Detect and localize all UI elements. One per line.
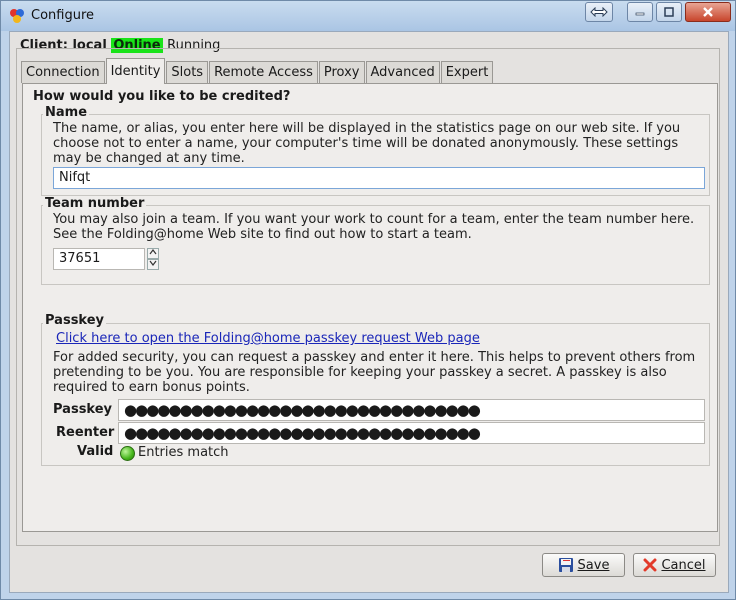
reenter-passkey-input[interactable]: ●●●●●●●●●●●●●●●●●●●●●●●●●●●●●●●● [118,422,705,444]
identity-panel: How would you like to be credited? Name … [22,83,718,532]
save-button[interactable]: Save [542,553,625,577]
team-description-line-1: You may also join a team. If you want yo… [53,212,695,227]
cancel-x-icon [643,558,657,572]
close-button[interactable] [685,2,731,22]
minimize-button[interactable] [627,2,653,22]
folding-at-home-app-icon [10,9,24,23]
tab-expert[interactable]: Expert [440,61,494,83]
tab-remote-access[interactable]: Remote Access [209,61,318,83]
cancel-button-label: Cancel [661,557,706,573]
tab-proxy[interactable]: Proxy [318,61,365,83]
chevron-up-icon [149,249,157,255]
valid-status-icon [120,446,135,461]
title-bar[interactable]: Configure [1,1,735,31]
tab-bar: Connection Identity Slots Remote Access … [21,58,494,84]
restore-arrows-button[interactable] [585,2,613,22]
tab-slots[interactable]: Slots [166,61,209,83]
passkey-request-link[interactable]: Click here to open the Folding@home pass… [56,331,480,346]
double-arrow-icon [590,7,608,17]
team-spin-down-button[interactable] [147,259,159,270]
passkey-legend: Passkey [43,313,107,328]
passkey-label: Passkey [53,402,113,417]
team-description-line-2: See the Folding@home Web site to find ou… [53,227,472,242]
name-description-line-2: choose not to enter a name, your compute… [53,136,679,151]
passkey-description-line-2: pretending to be you. You are responsibl… [53,365,667,380]
configure-window: Configure Client: local Online Running C… [0,0,736,600]
maximize-button[interactable] [656,2,682,22]
name-description-line-3: may be changed at any time. [53,151,245,166]
name-legend: Name [43,105,90,120]
passkey-description-line-3: required to earn bonus points. [53,380,250,395]
tab-identity[interactable]: Identity [105,58,166,84]
passkey-input[interactable]: ●●●●●●●●●●●●●●●●●●●●●●●●●●●●●●●● [118,399,705,421]
maximize-icon [664,7,674,17]
tab-connection[interactable]: Connection [21,61,105,83]
minimize-icon [635,12,645,16]
chevron-down-icon [149,260,157,266]
name-description-line-1: The name, or alias, you enter here will … [53,121,681,136]
reenter-label: Reenter [56,425,115,440]
team-spin-up-button[interactable] [147,248,159,259]
credit-heading: How would you like to be credited? [33,89,291,104]
client-area: Client: local Online Running Connection … [9,31,729,593]
close-icon [703,7,713,17]
team-legend: Team number [43,196,147,211]
valid-label: Valid [77,444,114,459]
valid-status-text: Entries match [138,445,229,460]
save-button-label: Save [577,557,610,573]
save-icon [558,558,573,572]
team-number-input[interactable]: 37651 [53,248,145,270]
name-input[interactable]: Nifqt [53,167,705,189]
passkey-description-line-1: For added security, you can request a pa… [53,350,696,365]
cancel-button[interactable]: Cancel [633,553,716,577]
tab-advanced[interactable]: Advanced [365,61,440,83]
window-title: Configure [31,8,95,23]
